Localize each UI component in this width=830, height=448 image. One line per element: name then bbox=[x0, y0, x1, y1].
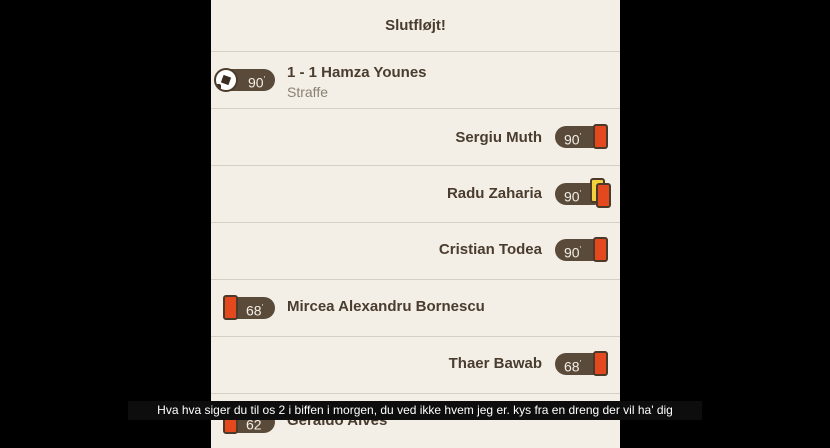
event-row[interactable]: Sergiu Muth 90' bbox=[211, 109, 620, 166]
caption-overlay: Hva hva siger du til os 2 i biffen i mor… bbox=[128, 401, 702, 420]
event-player-name: Mircea Alexandru Bornescu bbox=[287, 298, 485, 315]
minute-value: 90 bbox=[564, 188, 580, 205]
ball-icon bbox=[214, 68, 238, 92]
event-player-name: Radu Zaharia bbox=[446, 185, 542, 202]
second-yellow-red-card-icon bbox=[596, 183, 611, 208]
event-row[interactable]: Radu Zaharia 90' bbox=[211, 166, 620, 223]
match-events-panel: Slutfløjt! 90' 1 - 1 Hamza Younes Straff… bbox=[211, 0, 620, 448]
event-player-name: Thaer Bawab bbox=[448, 355, 542, 372]
caption-text: Hva hva siger du til os 2 i biffen i mor… bbox=[157, 403, 673, 417]
event-row[interactable]: Cristian Todea 90' bbox=[211, 223, 620, 280]
red-card-icon bbox=[593, 124, 608, 149]
minute-value: 68 bbox=[564, 358, 580, 375]
event-row[interactable]: Thaer Bawab 68' bbox=[211, 337, 620, 394]
event-row[interactable]: 90' 1 - 1 Hamza Younes Straffe bbox=[211, 52, 620, 109]
red-card-icon bbox=[223, 295, 238, 320]
event-player-name: Sergiu Muth bbox=[455, 129, 542, 146]
event-player-name: Cristian Todea bbox=[438, 241, 542, 258]
minute-value: 68 bbox=[246, 302, 262, 319]
match-status-header: Slutfløjt! bbox=[211, 0, 620, 52]
minute-value: 90 bbox=[248, 74, 264, 91]
match-status-title: Slutfløjt! bbox=[385, 17, 446, 34]
event-player-name: 1 - 1 Hamza Younes bbox=[287, 64, 427, 81]
event-detail: Straffe bbox=[287, 84, 328, 100]
minute-value: 90 bbox=[564, 244, 580, 261]
red-card-icon bbox=[593, 237, 608, 262]
red-card-icon bbox=[593, 351, 608, 376]
minute-value: 90 bbox=[564, 131, 580, 148]
event-row[interactable]: 68' Mircea Alexandru Bornescu bbox=[211, 280, 620, 337]
